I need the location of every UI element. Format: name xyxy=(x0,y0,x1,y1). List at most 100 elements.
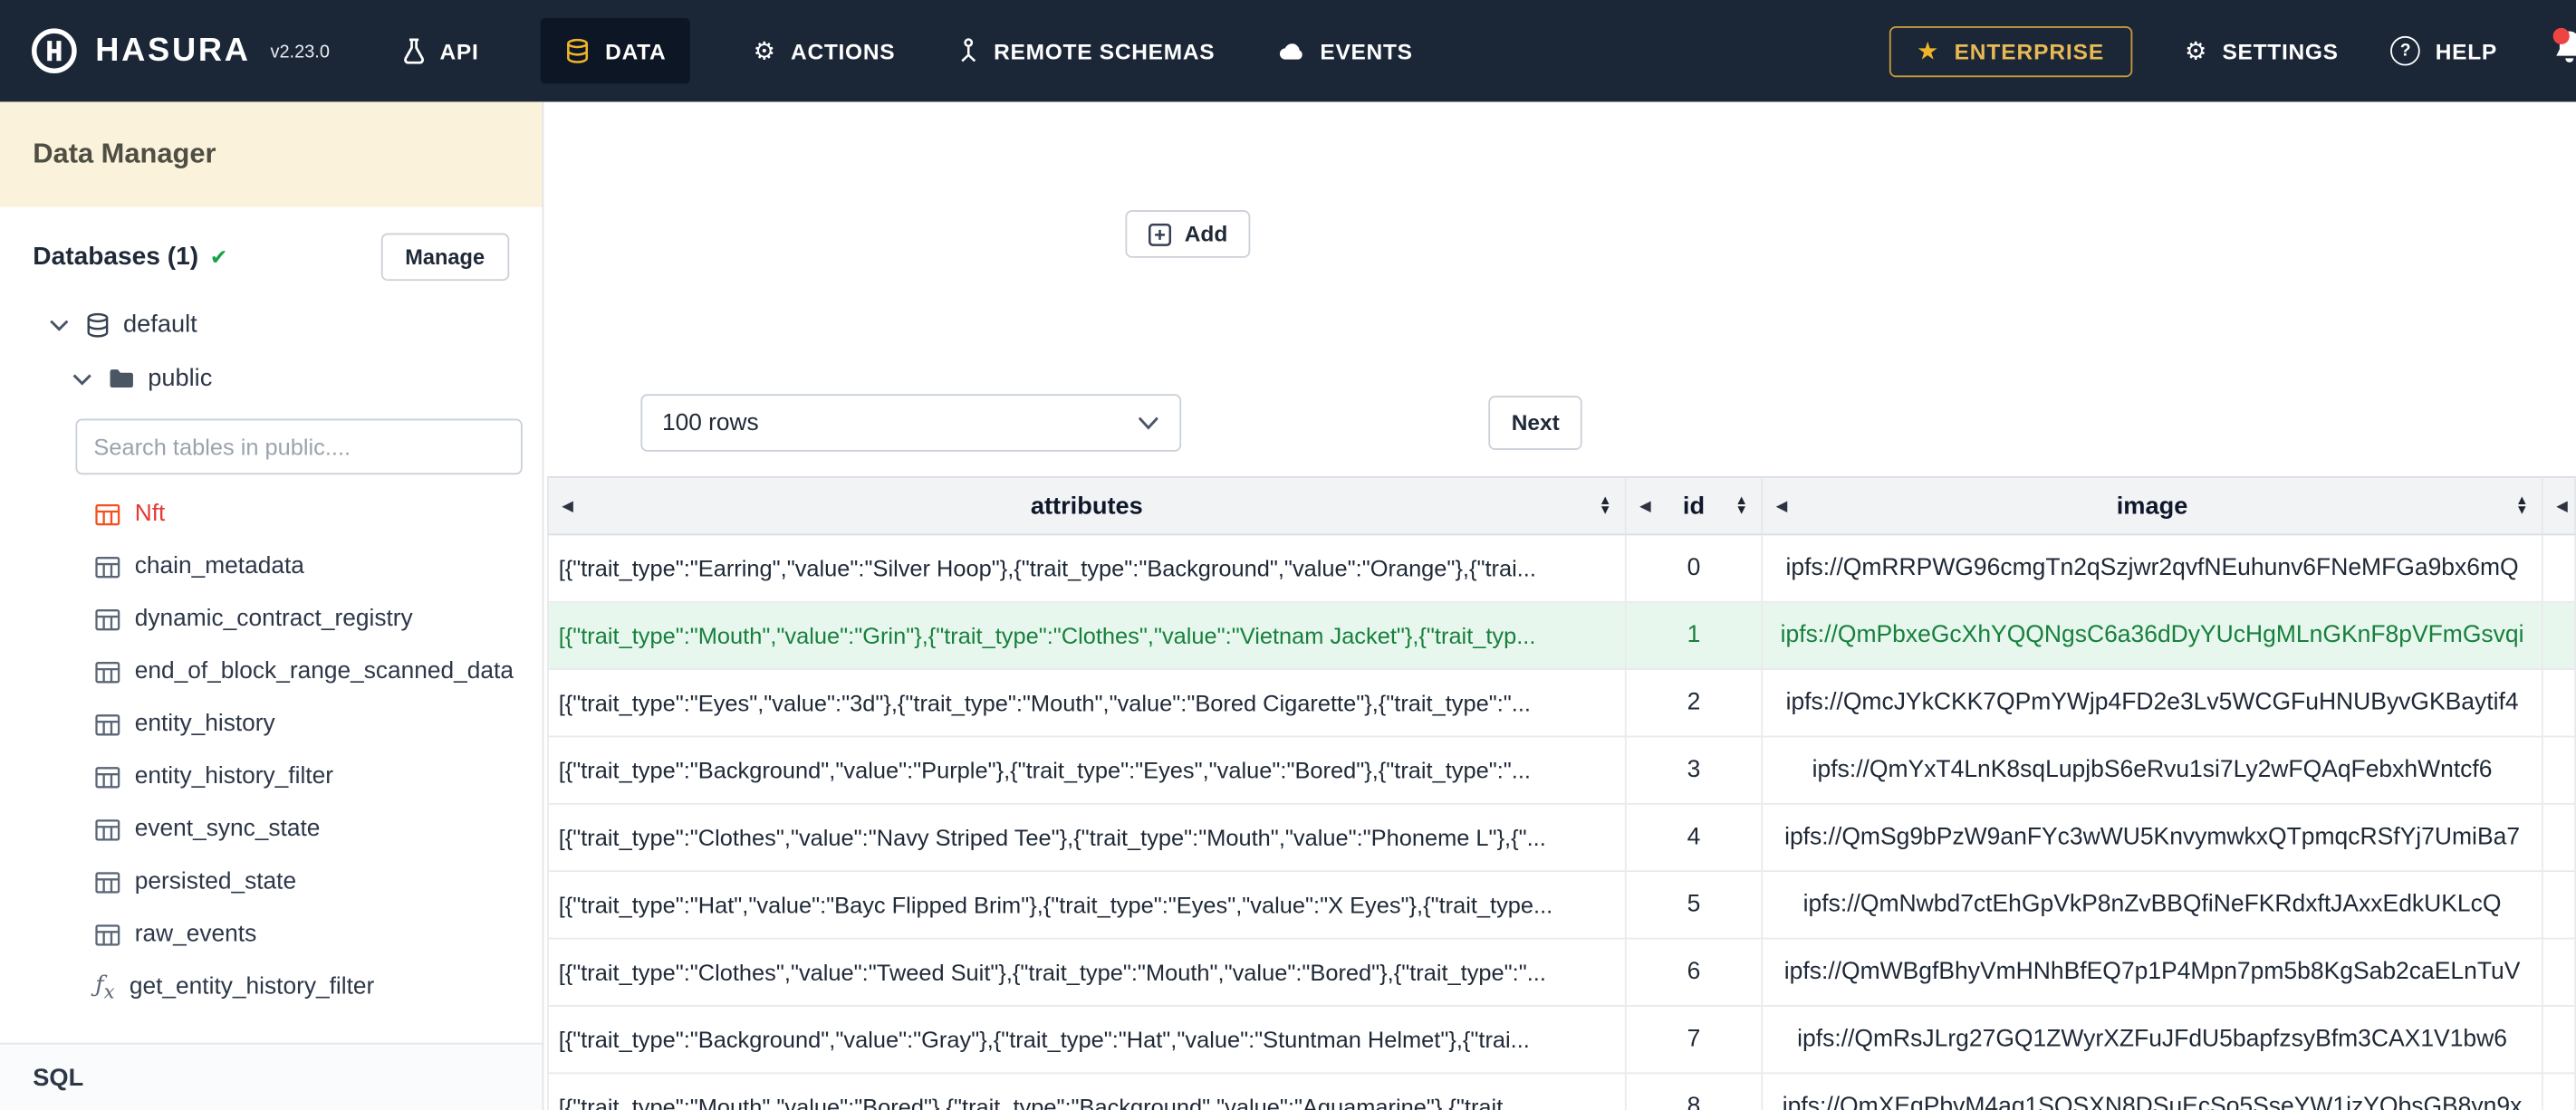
tree-node-default[interactable]: default xyxy=(0,297,543,351)
sidebar-table-raw_events[interactable]: raw_events xyxy=(0,908,543,961)
sidebar-table-dynamic_contract_registry[interactable]: dynamic_contract_registry xyxy=(0,593,543,646)
cell-attributes: [{"trait_type":"Earring","value":"Silver… xyxy=(546,535,1627,603)
cell-partial xyxy=(2542,737,2576,805)
table-icon xyxy=(95,608,120,630)
sidebar-table-entity_history_filter[interactable]: entity_history_filter xyxy=(0,751,543,803)
table-row[interactable]: [{"trait_type":"Clothes","value":"Navy S… xyxy=(546,804,2576,873)
sidebar-function-get_entity_history_filter[interactable]: ƒx get_entity_history_filter xyxy=(0,961,543,1013)
brand-name: HASURA xyxy=(95,32,251,69)
collapse-column-icon[interactable]: ◀ xyxy=(1776,497,1788,515)
next-page-button[interactable]: Next xyxy=(1488,396,1583,450)
sort-icon[interactable]: ▲ ▼ xyxy=(1599,493,1611,516)
chevron-down-icon xyxy=(1137,416,1159,430)
flask-icon xyxy=(402,38,425,64)
collapse-column-icon[interactable]: ◀ xyxy=(2556,497,2568,515)
sidebar-table-end_of_block_range_scanned_data[interactable]: end_of_block_range_scanned_data xyxy=(0,646,543,698)
sidebar-table-persisted_state[interactable]: persisted_state xyxy=(0,856,543,908)
cell-partial xyxy=(2542,1006,2576,1075)
databases-row: Databases (1) ✔ Manage xyxy=(0,207,543,292)
sidebar-table-chain_metadata[interactable]: chain_metadata xyxy=(0,541,543,593)
cell-image: ipfs://QmXEqPbvM4aq1SQSXN8DSuEcSo5SseYW1… xyxy=(1763,1074,2543,1110)
column-header-image[interactable]: ◀ image ▲ ▼ xyxy=(1763,476,2543,536)
sidebar-table-event_sync_state[interactable]: event_sync_state xyxy=(0,803,543,856)
database-icon xyxy=(85,311,110,338)
bell-icon[interactable] xyxy=(2550,26,2576,75)
cell-id: 4 xyxy=(1626,804,1764,873)
data-table: ◀ attributes ▲ ▼ ◀ id ▲ ▼ ◀ image ▲ ▼ ◀ … xyxy=(546,476,2576,1110)
table-row[interactable]: [{"trait_type":"Hat","value":"Bayc Flipp… xyxy=(546,872,2576,940)
sidebar-table-entity_history[interactable]: entity_history xyxy=(0,698,543,751)
table-icon xyxy=(95,661,120,683)
table-icon xyxy=(95,923,120,945)
schema-tree: default public Nft chain_metadata dynamic_… xyxy=(0,297,543,1013)
table-row[interactable]: [{"trait_type":"Background","value":"Pur… xyxy=(546,737,2576,805)
function-icon: ƒx xyxy=(95,971,115,1003)
cell-partial xyxy=(2542,804,2576,873)
table-row[interactable]: [{"trait_type":"Eyes","value":"3d"},{"tr… xyxy=(546,670,2576,738)
question-circle-icon: ? xyxy=(2390,35,2421,66)
table-row[interactable]: [{"trait_type":"Earring","value":"Silver… xyxy=(546,535,2576,603)
nav-help[interactable]: ? HELP xyxy=(2390,35,2497,66)
nav-actions[interactable]: ⚙ ACTIONS xyxy=(754,39,896,63)
cell-attributes: [{"trait_type":"Background","value":"Pur… xyxy=(546,737,1627,805)
table-label: entity_history_filter xyxy=(134,763,334,790)
version-label: v2.23.0 xyxy=(270,43,330,62)
page-size-select[interactable]: 100 rows xyxy=(640,394,1182,452)
table-list: Nft chain_metadata dynamic_contract_regist… xyxy=(0,488,543,1013)
cell-attributes: [{"trait_type":"Eyes","value":"3d"},{"tr… xyxy=(546,670,1627,738)
sort-icon[interactable]: ▲ ▼ xyxy=(2515,493,2528,516)
table-row[interactable]: [{"trait_type":"Mouth","value":"Grin"},{… xyxy=(546,602,2576,671)
cell-attributes: [{"trait_type":"Background","value":"Gra… xyxy=(546,1006,1627,1075)
table-icon xyxy=(95,713,120,735)
table-label: Nft xyxy=(134,501,166,528)
table-icon xyxy=(95,766,120,788)
nav-remote-schemas[interactable]: REMOTE SCHEMAS xyxy=(957,38,1215,64)
collapse-column-icon[interactable]: ◀ xyxy=(562,497,573,515)
cell-attributes: [{"trait_type":"Mouth","value":"Grin"},{… xyxy=(546,602,1627,671)
nav-right: ★ ENTERPRISE ⚙ SETTINGS ? HELP xyxy=(1889,25,2576,77)
sidebar-sql-section[interactable]: SQL xyxy=(0,1042,543,1110)
table-search-input[interactable] xyxy=(75,418,523,475)
plus-square-icon xyxy=(1149,222,1172,245)
chevron-down-icon xyxy=(49,318,69,331)
table-row[interactable]: [{"trait_type":"Background","value":"Gra… xyxy=(546,1006,2576,1075)
column-header-partial[interactable]: ◀ xyxy=(2542,476,2576,536)
main-nav: API DATA ⚙ ACTIONS REMOTE SCHEMAS EVENTS xyxy=(402,17,1413,84)
cell-partial xyxy=(2542,535,2576,603)
cell-id: 2 xyxy=(1626,670,1764,738)
cell-id: 5 xyxy=(1626,872,1764,940)
add-row-button[interactable]: Add xyxy=(1125,210,1251,258)
hasura-logo-icon xyxy=(30,26,79,75)
table-label: entity_history xyxy=(134,711,275,738)
nav-data[interactable]: DATA xyxy=(541,17,691,84)
table-row[interactable]: [{"trait_type":"Mouth","value":"Bored"},… xyxy=(546,1074,2576,1110)
notification-dot xyxy=(2552,27,2570,44)
brand[interactable]: HASURA v2.23.0 xyxy=(30,26,330,75)
enterprise-button[interactable]: ★ ENTERPRISE xyxy=(1889,25,2132,77)
cell-id: 6 xyxy=(1626,939,1764,1007)
table-icon xyxy=(95,556,120,578)
column-header-attributes[interactable]: ◀ attributes ▲ ▼ xyxy=(546,476,1627,536)
table-row[interactable]: [{"trait_type":"Clothes","value":"Tweed … xyxy=(546,939,2576,1007)
cell-image: ipfs://QmPbxeGcXhYQQNgsC6a36dDyYUcHgMLnG… xyxy=(1763,602,2543,671)
sort-icon[interactable]: ▲ ▼ xyxy=(1735,493,1748,516)
column-header-id[interactable]: ◀ id ▲ ▼ xyxy=(1626,476,1764,536)
table-label: persisted_state xyxy=(134,868,297,895)
tree-node-public[interactable]: public xyxy=(0,351,543,406)
cloud-icon xyxy=(1277,40,1305,62)
table-label: end_of_block_range_scanned_data xyxy=(134,658,514,685)
nav-api[interactable]: API xyxy=(402,38,479,64)
table-label: event_sync_state xyxy=(134,816,321,843)
nav-events[interactable]: EVENTS xyxy=(1277,39,1412,63)
manage-button[interactable]: Manage xyxy=(380,233,510,282)
table-icon xyxy=(95,871,120,893)
table-label: chain_metadata xyxy=(134,553,304,580)
cell-id: 0 xyxy=(1626,535,1764,603)
browse-rows-panel: Add 100 rows Next ◀ attributes ▲ ▼ ◀ id … xyxy=(543,204,2576,1110)
nav-settings[interactable]: ⚙ SETTINGS xyxy=(2185,39,2339,63)
cell-attributes: [{"trait_type":"Hat","value":"Bayc Flipp… xyxy=(546,872,1627,940)
chevron-down-icon xyxy=(72,372,92,386)
collapse-column-icon[interactable]: ◀ xyxy=(1639,497,1651,515)
hasura-console: HASURA v2.23.0 API DATA ⚙ ACTIONS REMOTE… xyxy=(0,0,2576,1110)
sidebar-table-nft[interactable]: Nft xyxy=(0,488,543,541)
